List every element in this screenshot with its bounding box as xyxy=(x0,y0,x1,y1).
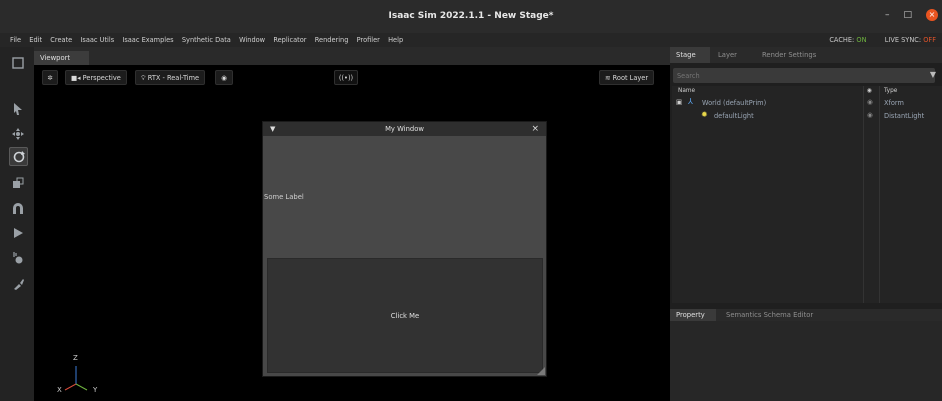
viewport-toolbar: ✲ ■◂ Perspective 💡︎ RTX - Real-Time ◉ ((… xyxy=(38,68,666,88)
rotate-icon[interactable] xyxy=(9,147,28,166)
cache-status[interactable]: ON xyxy=(856,36,866,44)
tab-viewport[interactable]: Viewport xyxy=(34,51,89,65)
left-toolbar xyxy=(0,47,34,401)
menu-create[interactable]: Create xyxy=(50,33,72,47)
menu-replicator[interactable]: Replicator xyxy=(273,33,306,47)
my-window-title-bar[interactable]: ▼ My Window × xyxy=(263,122,546,136)
menu-rendering[interactable]: Rendering xyxy=(315,33,349,47)
type-column-header[interactable]: Type xyxy=(884,88,897,94)
renderer-label: RTX - Real-Time xyxy=(147,74,200,82)
click-me-label: Click Me xyxy=(390,311,420,320)
xform-icon: ⅄ xyxy=(688,97,693,106)
my-window: ▼ My Window × Some Label Click Me xyxy=(262,121,547,377)
layers-icon: ≋ xyxy=(605,74,611,82)
tab-property[interactable]: Property xyxy=(670,309,716,321)
physics-icon[interactable] xyxy=(9,249,26,266)
viewport-tab-bar xyxy=(34,47,670,65)
live-sync-label: LIVE SYNC: xyxy=(884,36,922,44)
menu-synthetic-data[interactable]: Synthetic Data xyxy=(182,33,231,47)
menu-isaac-examples[interactable]: Isaac Examples xyxy=(122,33,173,47)
click-me-button[interactable]: Click Me xyxy=(267,258,543,373)
select-mode-icon[interactable] xyxy=(9,54,26,71)
visibility-eye-icon[interactable]: ◉ xyxy=(215,70,233,85)
property-tab-bar: Property Semantics Schema Editor xyxy=(670,309,942,321)
stage-tree: Name ◉ Type ▣ ⅄ World (defaultPrim) ◉ Xf… xyxy=(672,86,942,303)
tab-render-settings[interactable]: Render Settings xyxy=(756,47,832,63)
menu-window[interactable]: Window xyxy=(239,33,265,47)
cache-label: CACHE: xyxy=(829,36,855,44)
row-name: defaultLight xyxy=(714,112,754,120)
axis-x-label: X xyxy=(57,386,62,394)
title-bar: Isaac Sim 2022.1.1 - New Stage* – □ × xyxy=(0,0,942,33)
tab-layer[interactable]: Layer xyxy=(712,47,752,63)
root-layer-label: Root Layer xyxy=(612,74,649,82)
pointer-icon[interactable] xyxy=(9,100,26,117)
menu-isaac-utils[interactable]: Isaac Utils xyxy=(80,33,114,47)
window-title: Isaac Sim 2022.1.1 - New Stage* xyxy=(388,11,554,21)
filter-icon[interactable]: ▼ xyxy=(930,70,936,79)
search-input[interactable] xyxy=(673,68,913,83)
row-type: Xform xyxy=(884,99,904,107)
renderer-button[interactable]: 💡︎ RTX - Real-Time xyxy=(135,70,206,85)
maximize-button[interactable]: □ xyxy=(903,10,912,20)
menu-bar: File Edit Create Isaac Utils Isaac Examp… xyxy=(0,33,942,47)
visibility-eye-icon[interactable]: ◉ xyxy=(867,98,873,106)
settings-gear-icon[interactable]: ✲ xyxy=(42,70,58,85)
menu-file[interactable]: File xyxy=(10,33,21,47)
name-column-header[interactable]: Name xyxy=(678,88,695,94)
snap-icon[interactable] xyxy=(9,200,26,217)
camera-button[interactable]: ■◂ Perspective xyxy=(65,70,127,85)
resize-grip-icon[interactable] xyxy=(537,367,545,375)
move-icon[interactable] xyxy=(9,125,26,142)
play-icon[interactable] xyxy=(9,224,26,241)
paint-icon[interactable] xyxy=(9,275,26,292)
property-panel xyxy=(670,321,942,401)
minimize-button[interactable]: – xyxy=(885,10,890,20)
menu-help[interactable]: Help xyxy=(388,33,403,47)
visibility-header-eye-icon[interactable]: ◉ xyxy=(867,88,872,94)
axis-y-label: Y xyxy=(93,386,98,394)
menu-edit[interactable]: Edit xyxy=(29,33,42,47)
collapse-toggle-icon[interactable]: ▣ xyxy=(676,98,682,106)
row-type: DistantLight xyxy=(884,112,925,120)
root-layer-button[interactable]: ≋ Root Layer xyxy=(599,70,655,85)
my-window-title: My Window xyxy=(385,125,424,133)
lightbulb-icon: 💡︎ xyxy=(141,74,146,82)
some-label: Some Label xyxy=(264,193,304,201)
tab-stage[interactable]: Stage xyxy=(670,47,710,63)
stage-search: ▼ xyxy=(673,68,936,83)
scale-icon[interactable] xyxy=(9,174,26,191)
menu-profiler[interactable]: Profiler xyxy=(357,33,380,47)
row-name: World (defaultPrim) xyxy=(702,99,767,107)
axis-z-label: Z xyxy=(73,354,78,362)
light-icon: ✹ xyxy=(701,110,708,119)
close-button[interactable]: × xyxy=(926,9,938,21)
tab-semantics-schema-editor[interactable]: Semantics Schema Editor xyxy=(720,309,836,321)
visibility-eye-icon[interactable]: ◉ xyxy=(867,111,873,119)
axis-gizmo: Z X Y xyxy=(55,352,105,397)
stage-tab-bar: Stage Layer Render Settings xyxy=(670,47,942,63)
live-sync-status[interactable]: OFF xyxy=(923,36,936,44)
broadcast-icon[interactable]: ((•)) xyxy=(334,70,358,85)
camera-icon: ■◂ xyxy=(71,74,81,82)
camera-label: Perspective xyxy=(82,74,121,82)
close-icon[interactable]: × xyxy=(531,122,539,136)
